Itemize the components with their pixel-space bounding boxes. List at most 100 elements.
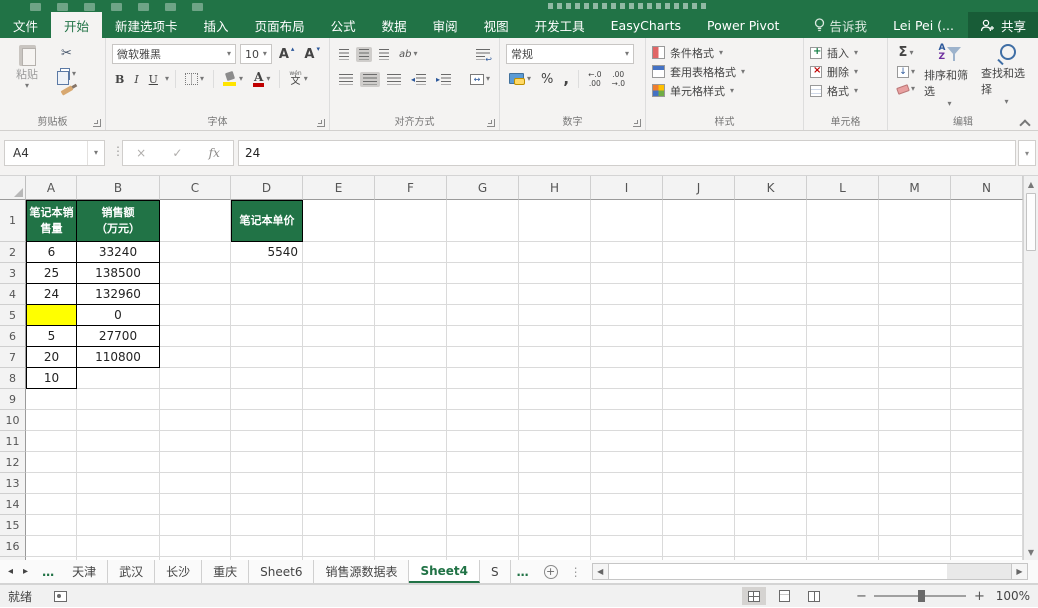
cell-H14[interactable] <box>519 494 591 515</box>
cell-E9[interactable] <box>303 389 375 410</box>
cell-A5[interactable] <box>26 305 77 326</box>
cell-C17[interactable] <box>160 557 231 560</box>
macro-record-icon[interactable] <box>54 591 67 602</box>
col-header-G[interactable]: G <box>447 176 519 200</box>
cells-item-格式[interactable]: 格式▾ <box>810 81 881 100</box>
cell-A1[interactable]: 笔记本销售量 <box>26 200 77 242</box>
cell-J10[interactable] <box>663 410 735 431</box>
row-header-13[interactable]: 13 <box>0 473 26 494</box>
cell-H10[interactable] <box>519 410 591 431</box>
cell-I10[interactable] <box>591 410 663 431</box>
decrease-indent-button[interactable]: ◂ <box>408 72 429 87</box>
cell-N16[interactable] <box>951 536 1023 557</box>
select-all-corner[interactable] <box>0 176 26 200</box>
normal-view-button[interactable] <box>742 587 766 605</box>
cell-A3[interactable]: 25 <box>26 263 77 284</box>
cell-G2[interactable] <box>447 242 519 263</box>
grow-font-button[interactable]: A▴ <box>276 46 298 63</box>
cell-G16[interactable] <box>447 536 519 557</box>
account-name[interactable]: Lei Pei (... <box>879 12 968 38</box>
cell-F16[interactable] <box>375 536 447 557</box>
styles-item-条件格式[interactable]: 条件格式▾ <box>652 43 797 62</box>
cell-M14[interactable] <box>879 494 951 515</box>
sort-filter-button[interactable]: AZ 排序和筛选 ▾ <box>924 43 975 114</box>
sheet-tab-S[interactable]: S <box>480 560 511 583</box>
cell-I6[interactable] <box>591 326 663 347</box>
zoom-slider-thumb[interactable] <box>918 590 925 602</box>
cells-item-删除[interactable]: 删除▾ <box>810 62 881 81</box>
cell-I16[interactable] <box>591 536 663 557</box>
vertical-scrollbar[interactable]: ▲ ▼ <box>1023 176 1038 560</box>
cell-I12[interactable] <box>591 452 663 473</box>
scroll-up-icon[interactable]: ▲ <box>1024 176 1038 192</box>
cell-G8[interactable] <box>447 368 519 389</box>
next-sheet-button[interactable]: ▸ <box>23 566 28 577</box>
cell-H7[interactable] <box>519 347 591 368</box>
sheetbar-grip[interactable]: ⋮ <box>566 560 586 583</box>
cell-E1[interactable] <box>303 200 375 242</box>
cell-A2[interactable]: 6 <box>26 242 77 263</box>
cell-C16[interactable] <box>160 536 231 557</box>
row-header-17[interactable]: 17 <box>0 557 26 560</box>
cell-C12[interactable] <box>160 452 231 473</box>
cell-G3[interactable] <box>447 263 519 284</box>
cell-H3[interactable] <box>519 263 591 284</box>
cell-N17[interactable] <box>951 557 1023 560</box>
ribbon-tab-视图[interactable]: 视图 <box>471 12 522 38</box>
cell-K4[interactable] <box>735 284 807 305</box>
fill-color-button[interactable]: ▾ <box>220 70 246 88</box>
col-header-L[interactable]: L <box>807 176 879 200</box>
cell-D8[interactable] <box>231 368 303 389</box>
cell-E7[interactable] <box>303 347 375 368</box>
cell-J6[interactable] <box>663 326 735 347</box>
tell-me-button[interactable]: 告诉我 <box>802 12 880 38</box>
scroll-left-icon[interactable]: ◀ <box>593 564 609 579</box>
cell-M9[interactable] <box>879 389 951 410</box>
qat-icon[interactable] <box>192 3 203 11</box>
cell-C11[interactable] <box>160 431 231 452</box>
cell-N2[interactable] <box>951 242 1023 263</box>
cell-E5[interactable] <box>303 305 375 326</box>
cell-J12[interactable] <box>663 452 735 473</box>
row-header-15[interactable]: 15 <box>0 515 26 536</box>
cell-H1[interactable] <box>519 200 591 242</box>
cell-F6[interactable] <box>375 326 447 347</box>
insert-function-button[interactable]: fx <box>209 146 220 160</box>
cell-M15[interactable] <box>879 515 951 536</box>
cell-N15[interactable] <box>951 515 1023 536</box>
cell-A7[interactable]: 20 <box>26 347 77 368</box>
col-header-K[interactable]: K <box>735 176 807 200</box>
cell-K2[interactable] <box>735 242 807 263</box>
cell-E2[interactable] <box>303 242 375 263</box>
align-middle-button[interactable] <box>356 47 372 62</box>
cell-L11[interactable] <box>807 431 879 452</box>
row-header-9[interactable]: 9 <box>0 389 26 410</box>
cell-M1[interactable] <box>879 200 951 242</box>
cell-N8[interactable] <box>951 368 1023 389</box>
row-header-7[interactable]: 7 <box>0 347 26 368</box>
cell-A14[interactable] <box>26 494 77 515</box>
cell-F9[interactable] <box>375 389 447 410</box>
cell-K3[interactable] <box>735 263 807 284</box>
cell-G9[interactable] <box>447 389 519 410</box>
cell-B2[interactable]: 33240 <box>77 242 160 263</box>
styles-item-单元格样式[interactable]: 单元格样式▾ <box>652 81 797 100</box>
cell-K10[interactable] <box>735 410 807 431</box>
share-button[interactable]: 共享 <box>968 12 1038 38</box>
cell-M6[interactable] <box>879 326 951 347</box>
font-name-select[interactable]: 微软雅黑▾ <box>112 44 236 64</box>
cell-H11[interactable] <box>519 431 591 452</box>
cell-E17[interactable] <box>303 557 375 560</box>
align-left-button[interactable] <box>336 72 356 87</box>
cell-N1[interactable] <box>951 200 1023 242</box>
phonetic-guide-button[interactable]: wén 文 ▾ <box>286 69 310 89</box>
cell-N12[interactable] <box>951 452 1023 473</box>
cell-K11[interactable] <box>735 431 807 452</box>
cell-G13[interactable] <box>447 473 519 494</box>
ribbon-tab-页面布局[interactable]: 页面布局 <box>242 12 318 38</box>
cell-I11[interactable] <box>591 431 663 452</box>
cell-G11[interactable] <box>447 431 519 452</box>
cell-D10[interactable] <box>231 410 303 431</box>
increase-decimal-button[interactable]: ←.0.00 <box>585 69 604 90</box>
cell-E4[interactable] <box>303 284 375 305</box>
